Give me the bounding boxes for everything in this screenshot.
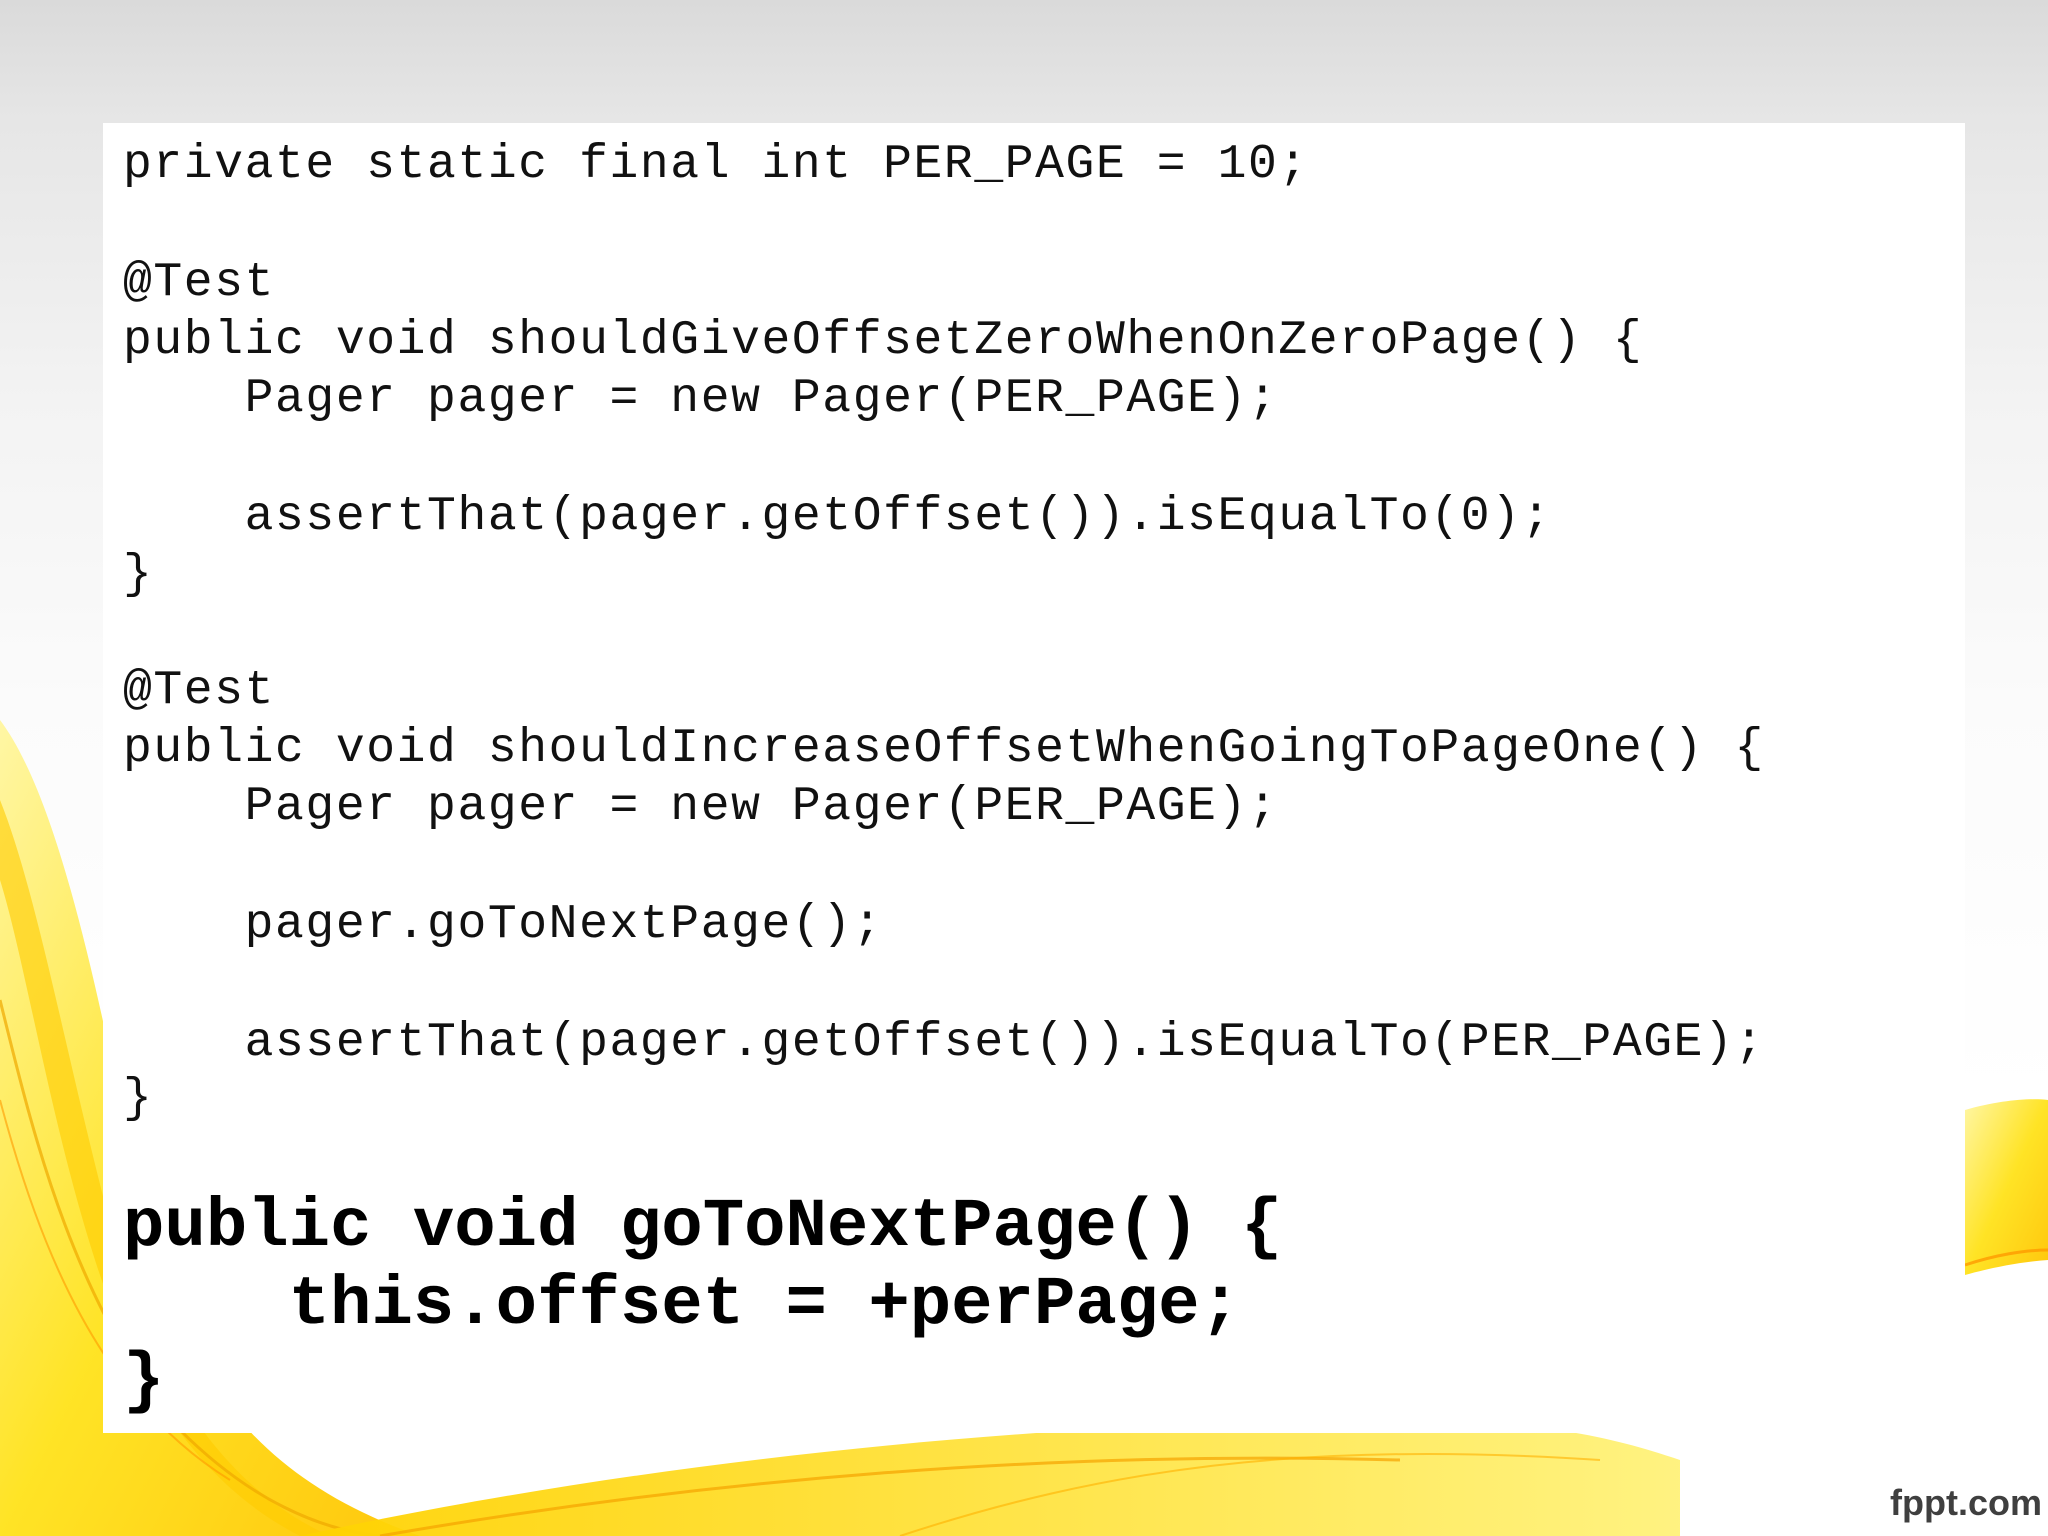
highlight-code-line: public void goToNextPage() { [123,1188,1283,1266]
code-line: @Test [123,664,276,718]
highlight-code-line: } [123,1342,165,1420]
code-line: assertThat(pager.getOffset()).isEqualTo(… [123,490,1553,544]
code-line: private static final int PER_PAGE = 10; [123,138,1309,192]
code-line: } [123,548,154,602]
code-line: Pager pager = new Pager(PER_PAGE); [123,780,1279,834]
code-panel: private static final int PER_PAGE = 10; … [103,123,1965,1433]
code-line: pager.goToNextPage(); [123,898,884,952]
code-line: Pager pager = new Pager(PER_PAGE); [123,372,1279,426]
watermark-logo: fppt.com [1890,1482,2042,1523]
code-line: @Test [123,256,276,310]
code-line: public void shouldIncreaseOffsetWhenGoin… [123,722,1765,776]
highlight-code-line: this.offset = +perPage; [123,1266,1241,1344]
code-line: public void shouldGiveOffsetZeroWhenOnZe… [123,314,1644,368]
code-line: } [123,1072,154,1126]
code-line: assertThat(pager.getOffset()).isEqualTo(… [123,1016,1765,1070]
